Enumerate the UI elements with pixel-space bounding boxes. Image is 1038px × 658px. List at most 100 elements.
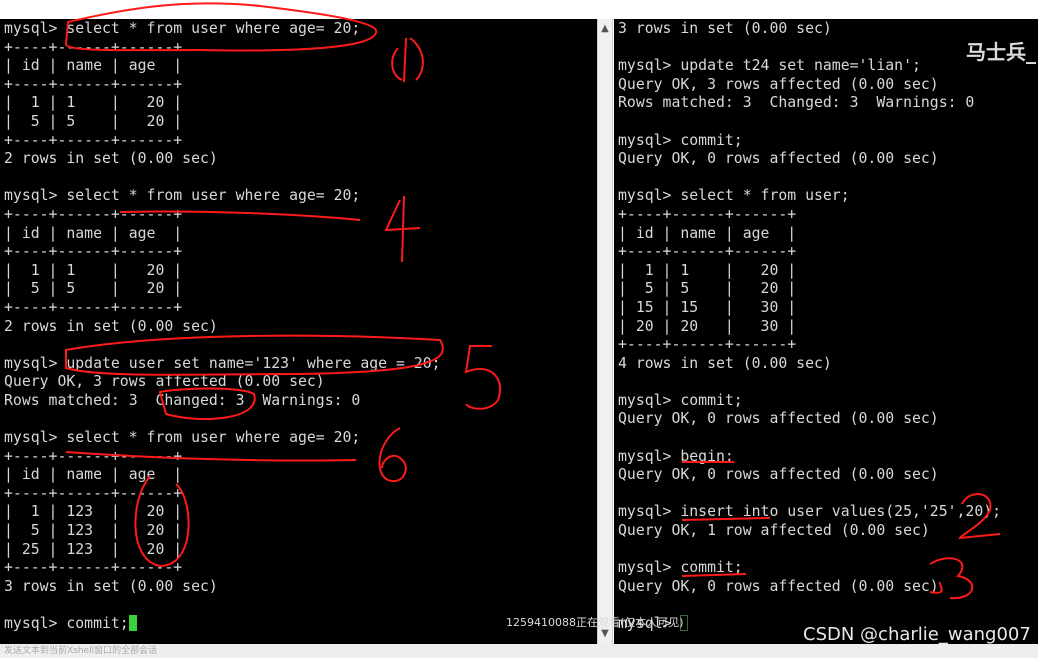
terminal-line: mysql> select * from user where age= 20; [4, 20, 441, 39]
line-text: Query OK, 0 rows affected (0.00 sec) [618, 410, 939, 428]
line-text: 3 rows in set (0.00 sec) [618, 20, 832, 37]
terminal-line: +----+------+------+ [4, 243, 441, 262]
terminal-line: 2 rows in set (0.00 sec) [4, 150, 441, 169]
terminal-line: Query OK, 3 rows affected (0.00 sec) [4, 373, 441, 392]
terminal-line: mysql> select * from user; [618, 187, 1001, 206]
line-text: +----+------+------+ [618, 243, 797, 261]
terminal-session-left[interactable]: mysql> select * from user where age= 20;… [0, 19, 597, 644]
line-text: Query OK, 1 row affected (0.00 sec) [618, 522, 930, 540]
terminal-output: mysql> select * from user where age= 20;… [4, 20, 441, 634]
line-text: mysql> select * from user where age= 20; [4, 20, 361, 37]
line-text: | 5 | 5 | 20 | [4, 112, 183, 130]
terminal-line: Rows matched: 3 Changed: 3 Warnings: 0 [4, 392, 441, 411]
terminal-line: | 1 | 1 | 20 | [4, 94, 441, 113]
line-text: mysql> select * from user where age= 20; [4, 187, 361, 205]
terminal-line: 2 rows in set (0.00 sec) [4, 318, 441, 337]
terminal-line: mysql> commit; [618, 132, 1001, 151]
terminal-session-right[interactable]: 3 rows in set (0.00 sec) mysql> update t2… [614, 19, 1038, 644]
scroll-up-icon[interactable]: ▲ [598, 21, 612, 37]
line-text: | id | name | age | [4, 466, 183, 484]
scrollbar[interactable]: ▲ ▼ [597, 19, 613, 644]
line-text: +----+------+------+ [4, 447, 183, 465]
terminal-line: | 5 | 5 | 20 | [4, 280, 441, 299]
line-text: | id | name | age | [4, 224, 183, 242]
line-text: | 1 | 1 | 20 | [618, 261, 797, 279]
terminal-line: +----+------+------+ [618, 336, 1001, 355]
terminal-line: Rows matched: 3 Changed: 3 Warnings: 0 [618, 94, 1001, 113]
terminal-line: +----+------+------+ [4, 448, 441, 467]
terminal-line: | 15 | 15 | 30 | [618, 299, 1001, 318]
line-text: mysql> update t24 set name='lian'; [618, 57, 921, 75]
line-text: Query OK, 3 rows affected (0.00 sec) [4, 373, 325, 391]
terminal-line: | id | name | age | [618, 225, 1001, 244]
csdn-watermark: CSDN @charlie_wang007 [803, 624, 1031, 645]
line-text: | 5 | 5 | 20 | [4, 280, 183, 298]
terminal-line: | id | name | age | [4, 57, 441, 76]
terminal-line: mysql> commit; [4, 615, 441, 634]
line-text: Query OK, 0 rows affected (0.00 sec) [618, 150, 939, 168]
line-text: +----+------+------+ [4, 243, 183, 261]
terminal-line: +----+------+------+ [4, 39, 441, 58]
terminal-line: 3 rows in set (0.00 sec) [4, 578, 441, 597]
line-text: mysql> commit; [618, 559, 743, 577]
terminal-line: +----+------+------+ [618, 243, 1001, 262]
line-text: | 5 | 5 | 20 | [618, 280, 797, 298]
line-text: mysql> select * from user where age= 20; [4, 429, 361, 447]
terminal-output: 3 rows in set (0.00 sec) mysql> update t2… [618, 20, 1001, 634]
terminal-line: mysql> insert into user values(25,'25',2… [618, 503, 1001, 522]
line-text: | 1 | 123 | 20 | [4, 503, 183, 521]
terminal-line: Query OK, 0 rows affected (0.00 sec) [618, 466, 1001, 485]
line-text: +----+------+------+ [618, 205, 797, 223]
line-text: | 15 | 15 | 30 | [618, 298, 797, 316]
top-bar [0, 0, 1038, 19]
terminal-line: mysql> select * from user where age= 20; [4, 429, 441, 448]
terminal-line: mysql> select * from user where age= 20; [4, 187, 441, 206]
line-text: | 1 | 1 | 20 | [4, 261, 183, 279]
terminal-line: | 5 | 123 | 20 | [4, 522, 441, 541]
line-text: | 1 | 1 | 20 | [4, 94, 183, 112]
terminal-line: 4 rows in set (0.00 sec) [618, 355, 1001, 374]
terminal-line: +----+------+------+ [4, 132, 441, 151]
line-text: +----+------+------+ [4, 484, 183, 502]
terminal-line: +----+------+------+ [4, 299, 441, 318]
terminal-line: mysql> begin; [618, 448, 1001, 467]
line-text: Rows matched: 3 Changed: 3 Warnings: 0 [618, 94, 975, 112]
line-text: Query OK, 0 rows affected (0.00 sec) [618, 577, 939, 595]
terminal-line: mysql> update user set name='123' where … [4, 355, 441, 374]
terminal-line: Query OK, 0 rows affected (0.00 sec) [618, 150, 1001, 169]
line-text: 2 rows in set (0.00 sec) [4, 317, 218, 335]
terminal-line: 3 rows in set (0.00 sec) [618, 20, 1001, 39]
terminal-line: | 1 | 1 | 20 | [618, 262, 1001, 281]
terminal-line: | 5 | 5 | 20 | [4, 113, 441, 132]
line-text: mysql> commit; [618, 391, 743, 409]
line-text: mysql> select * from user; [618, 187, 850, 205]
watermark-logo: 马士兵_ [966, 40, 1036, 64]
line-text: Rows matched: 3 Changed: 3 Warnings: 0 [4, 391, 361, 409]
terminal-line: +----+------+------+ [4, 485, 441, 504]
line-text: | 25 | 123 | 20 | [4, 540, 183, 558]
line-text: mysql> commit; [4, 615, 129, 632]
line-text: mysql> update user set name='123' where … [4, 354, 441, 372]
line-text: Query OK, 3 rows affected (0.00 sec) [618, 75, 939, 93]
terminal-line: mysql> commit; [618, 559, 1001, 578]
viewer-notice: 1259410088正在观看(仅本人可见) [506, 616, 684, 629]
terminal-line: mysql> update t24 set name='lian'; [618, 57, 1001, 76]
terminal-line: Query OK, 3 rows affected (0.00 sec) [618, 76, 1001, 95]
line-text: 2 rows in set (0.00 sec) [4, 150, 218, 168]
line-text: mysql> begin; [618, 447, 734, 465]
terminal-line: mysql> commit; [618, 392, 1001, 411]
terminal-line: | id | name | age | [4, 466, 441, 485]
line-text: | id | name | age | [4, 57, 183, 75]
status-bar: 发送文本到当前Xshell窗口的全部会话 [0, 644, 1038, 658]
line-text: Query OK, 0 rows affected (0.00 sec) [618, 466, 939, 484]
